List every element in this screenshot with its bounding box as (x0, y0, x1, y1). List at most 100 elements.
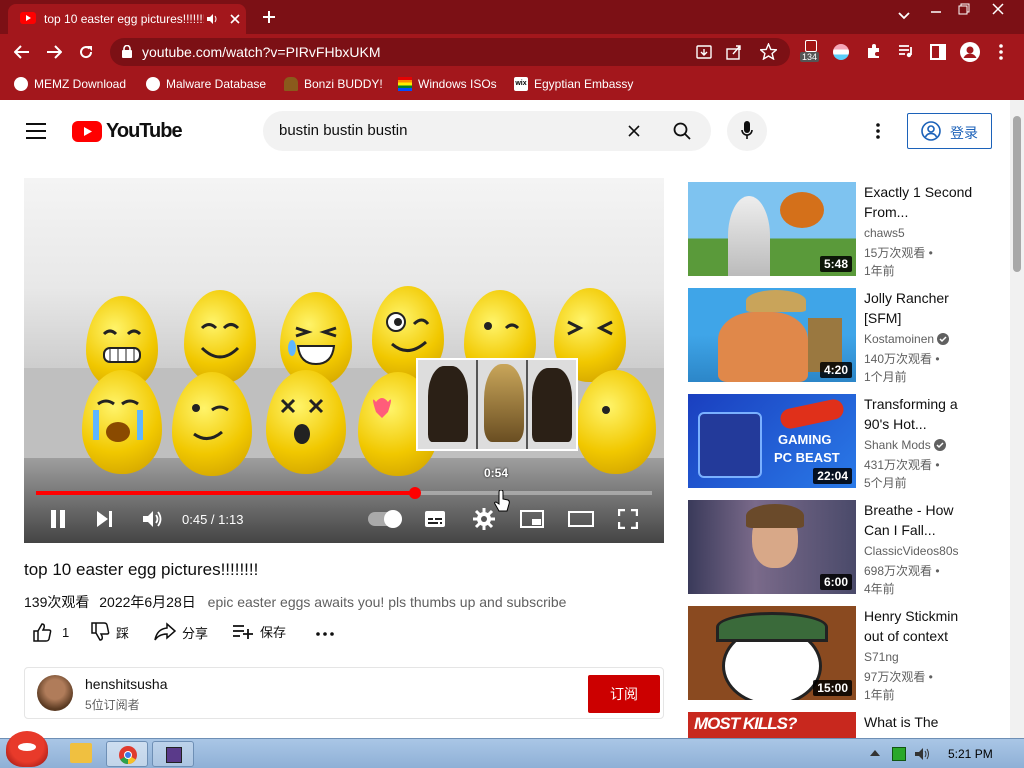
video-thumbnail[interactable]: 6:00 (688, 500, 856, 594)
youtube-logo[interactable]: YouTube (72, 120, 183, 143)
browser-tab-active[interactable]: top 10 easter egg pictures!!!!!!!! (8, 4, 246, 34)
minimize-icon[interactable] (930, 5, 942, 15)
bookmark-malware-db[interactable]: Malware Database (146, 77, 266, 91)
taskbar-app-button[interactable] (152, 741, 194, 767)
system-clock: 5:21 PM (948, 747, 993, 761)
more-actions-icon[interactable] (316, 632, 334, 636)
extension-badge: 134 (800, 52, 820, 62)
sign-in-button[interactable]: 登录 (907, 113, 992, 149)
share-button[interactable]: 分享 (154, 622, 208, 642)
install-app-icon[interactable] (696, 44, 712, 60)
bookmark-bonzi[interactable]: Bonzi BUDDY! (284, 77, 383, 91)
video-duration: 6:00 (819, 574, 852, 590)
recommendation-item[interactable]: 4:20 Jolly Rancher [SFM] Kostamoinen 140… (688, 288, 978, 384)
tab-search-chevron-icon[interactable] (898, 12, 910, 20)
share-arrow-icon (154, 622, 176, 641)
start-button-angry-bird-icon[interactable] (6, 731, 48, 767)
next-video-icon[interactable] (96, 510, 114, 528)
share-page-icon[interactable] (726, 44, 742, 60)
video-meta[interactable]: 139次观看 2022年6月28日 epic easter eggs await… (24, 592, 566, 612)
channel-avatar[interactable] (37, 675, 73, 711)
media-controls-icon[interactable] (898, 44, 914, 58)
browser-tab-strip: top 10 easter egg pictures!!!!!!!! (0, 0, 1024, 34)
show-hidden-icons-icon[interactable] (870, 750, 880, 756)
save-button[interactable]: 保存 (232, 622, 286, 641)
clear-search-icon[interactable] (628, 125, 640, 137)
extensions-puzzle-icon[interactable] (866, 43, 882, 59)
back-arrow-icon[interactable] (14, 45, 30, 59)
settings-gear-icon[interactable] (473, 508, 495, 530)
autoplay-toggle[interactable] (368, 510, 402, 528)
time-display: 0:45 / 1:13 (182, 512, 244, 527)
search-input[interactable]: bustin bustin bustin (279, 122, 407, 139)
recommendation-age: 1年前 (864, 264, 895, 278)
subscribe-button[interactable]: 订阅 (588, 675, 660, 713)
video-player[interactable]: 0:54 0:45 / 1:13 (24, 178, 664, 543)
bookmark-windows-isos[interactable]: Windows ISOs (398, 77, 497, 91)
recommendation-channel[interactable]: ClassicVideos80s (864, 544, 959, 558)
search-icon[interactable] (673, 122, 691, 140)
recommendation-title[interactable]: Transforming a 90's Hot... (864, 394, 974, 434)
ublock-extension-icon[interactable]: 134 (800, 40, 820, 64)
tray-volume-icon[interactable] (914, 747, 930, 761)
browser-menu-icon[interactable] (999, 44, 1003, 60)
bookmark-memz[interactable]: MEMZ Download (14, 77, 126, 91)
bookmark-star-icon[interactable] (760, 43, 777, 60)
voice-search-button[interactable] (727, 111, 767, 151)
video-thumbnail[interactable]: GAMING PC BEAST 22:04 (688, 394, 856, 488)
tab-title: top 10 easter egg pictures!!!!!!!! (44, 12, 204, 26)
video-thumbnail[interactable]: 5:48 (688, 182, 856, 276)
recommendation-item[interactable]: 5:48 Exactly 1 Second From... chaws5 15万… (688, 182, 978, 278)
profile-flag-icon[interactable] (833, 44, 849, 60)
dislike-button[interactable]: 踩 (90, 622, 129, 642)
file-explorer-icon[interactable] (70, 743, 92, 763)
speaker-icon[interactable] (206, 13, 218, 25)
recommendation-channel[interactable]: Shank Mods (864, 438, 947, 452)
search-box[interactable]: bustin bustin bustin (263, 111, 711, 151)
like-button[interactable]: 1 (32, 622, 69, 642)
recommendation-title[interactable]: Breathe - How Can I Fall... (864, 500, 974, 540)
recommendation-title[interactable]: What is The (864, 712, 974, 732)
volume-icon[interactable] (142, 509, 164, 529)
theater-mode-icon[interactable] (568, 511, 594, 527)
recommendation-title[interactable]: Henry Stickmin out of context (864, 606, 974, 646)
recommendation-channel[interactable]: S71ng (864, 650, 899, 664)
recommendation-title[interactable]: Exactly 1 Second From... (864, 182, 974, 222)
channel-name[interactable]: henshitsusha (85, 676, 168, 692)
fullscreen-icon[interactable] (618, 509, 638, 529)
thumb-text-line: MOST KILLS? (694, 714, 797, 733)
bookmarks-bar: MEMZ Download Malware Database Bonzi BUD… (0, 70, 1024, 100)
page-scrollbar[interactable] (1010, 100, 1024, 738)
recommendation-title[interactable]: Jolly Rancher [SFM] (864, 288, 974, 328)
recommendation-item[interactable]: 6:00 Breathe - How Can I Fall... Classic… (688, 500, 978, 596)
recommendation-item[interactable]: GAMING PC BEAST 22:04 Transforming a 90'… (688, 394, 978, 490)
video-thumbnail[interactable]: MOST KILLS? (688, 712, 856, 738)
recommendation-item[interactable]: 15:00 Henry Stickmin out of context S71n… (688, 606, 978, 702)
pause-icon[interactable] (50, 510, 66, 528)
address-bar[interactable]: youtube.com/watch?v=PIRvFHbxUKM (110, 38, 790, 66)
rainbow-flag-icon (398, 77, 412, 91)
recommendation-channel[interactable]: chaws5 (864, 226, 905, 240)
new-tab-icon[interactable] (262, 10, 276, 24)
recommendation-channel[interactable]: Kostamoinen (864, 332, 950, 346)
forward-arrow-icon[interactable] (46, 45, 62, 59)
video-thumbnail[interactable]: 4:20 (688, 288, 856, 382)
video-thumbnail[interactable]: 15:00 (688, 606, 856, 700)
hamburger-menu-icon[interactable] (26, 123, 46, 139)
close-tab-icon[interactable] (230, 14, 240, 24)
progress-scrubber-handle[interactable] (409, 487, 422, 499)
settings-more-icon[interactable] (876, 123, 880, 139)
miniplayer-icon[interactable] (520, 510, 544, 528)
battery-icon[interactable] (892, 747, 906, 761)
scrollbar-thumb[interactable] (1013, 116, 1021, 272)
subtitles-icon[interactable] (424, 510, 446, 528)
restore-icon[interactable] (958, 3, 970, 15)
bookmark-egyptian-embassy[interactable]: wix Egyptian Embassy (514, 77, 633, 91)
window-close-icon[interactable] (992, 3, 1004, 15)
side-panel-icon[interactable] (930, 44, 946, 60)
profile-avatar-icon[interactable] (960, 42, 980, 62)
taskbar-chrome-button[interactable] (106, 741, 148, 767)
recommendation-item[interactable]: MOST KILLS? What is The (688, 712, 978, 738)
reload-icon[interactable] (78, 44, 94, 60)
egg-crying (82, 370, 162, 474)
